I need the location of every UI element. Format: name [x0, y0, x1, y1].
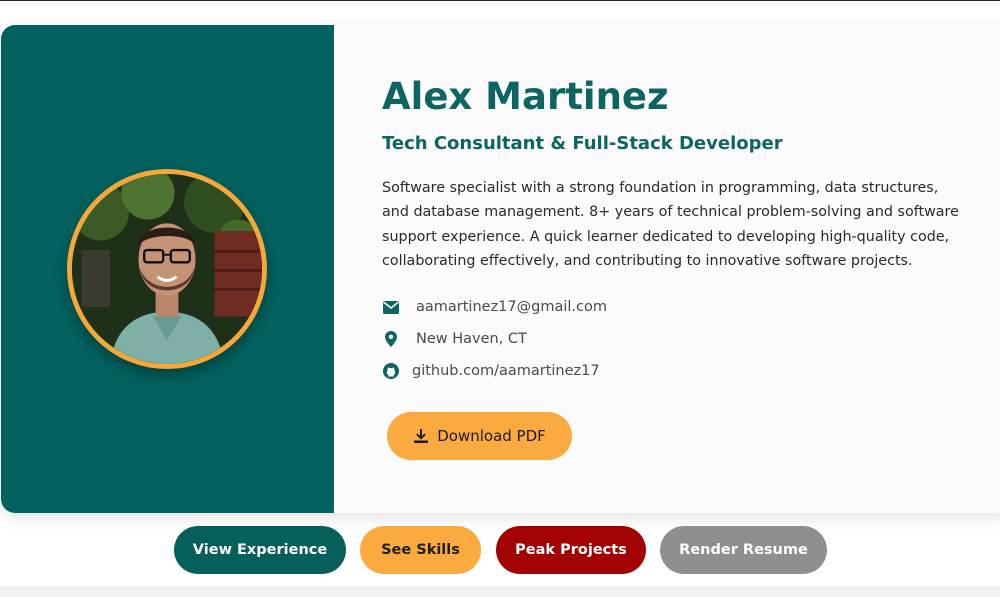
contact-email[interactable]: aamartinez17@gmail.com: [382, 298, 607, 316]
contact-github-text: github.com/aamartinez17: [412, 363, 600, 379]
peak-projects-button[interactable]: Peak Projects: [496, 526, 646, 574]
contact-location-text: New Haven, CT: [416, 331, 527, 347]
profile-role: Tech Consultant & Full-Stack Developer: [382, 133, 783, 154]
download-pdf-label: Download PDF: [437, 427, 546, 445]
profile-summary: Software specialist with a strong founda…: [382, 180, 959, 269]
top-border-line: [0, 0, 1000, 1]
profile-sidebar: [1, 25, 334, 513]
download-pdf-button[interactable]: Download PDF: [387, 412, 572, 460]
bottom-band: [0, 586, 1000, 597]
profile-card: Alex Martinez Tech Consultant & Full-Sta…: [1, 25, 1000, 513]
profile-details: Alex Martinez Tech Consultant & Full-Sta…: [334, 25, 1000, 513]
map-pin-icon: [382, 330, 400, 348]
avatar: [67, 169, 267, 369]
profile-name: Alex Martinez: [382, 75, 669, 118]
github-icon: [382, 362, 400, 380]
download-icon: [414, 429, 429, 443]
render-resume-button[interactable]: Render Resume: [660, 526, 827, 574]
see-skills-button[interactable]: See Skills: [360, 526, 481, 574]
envelope-icon: [382, 298, 400, 316]
contact-location: New Haven, CT: [382, 330, 527, 348]
view-experience-button[interactable]: View Experience: [174, 526, 346, 574]
contact-email-text: aamartinez17@gmail.com: [416, 299, 607, 315]
contact-github[interactable]: github.com/aamartinez17: [382, 362, 600, 380]
